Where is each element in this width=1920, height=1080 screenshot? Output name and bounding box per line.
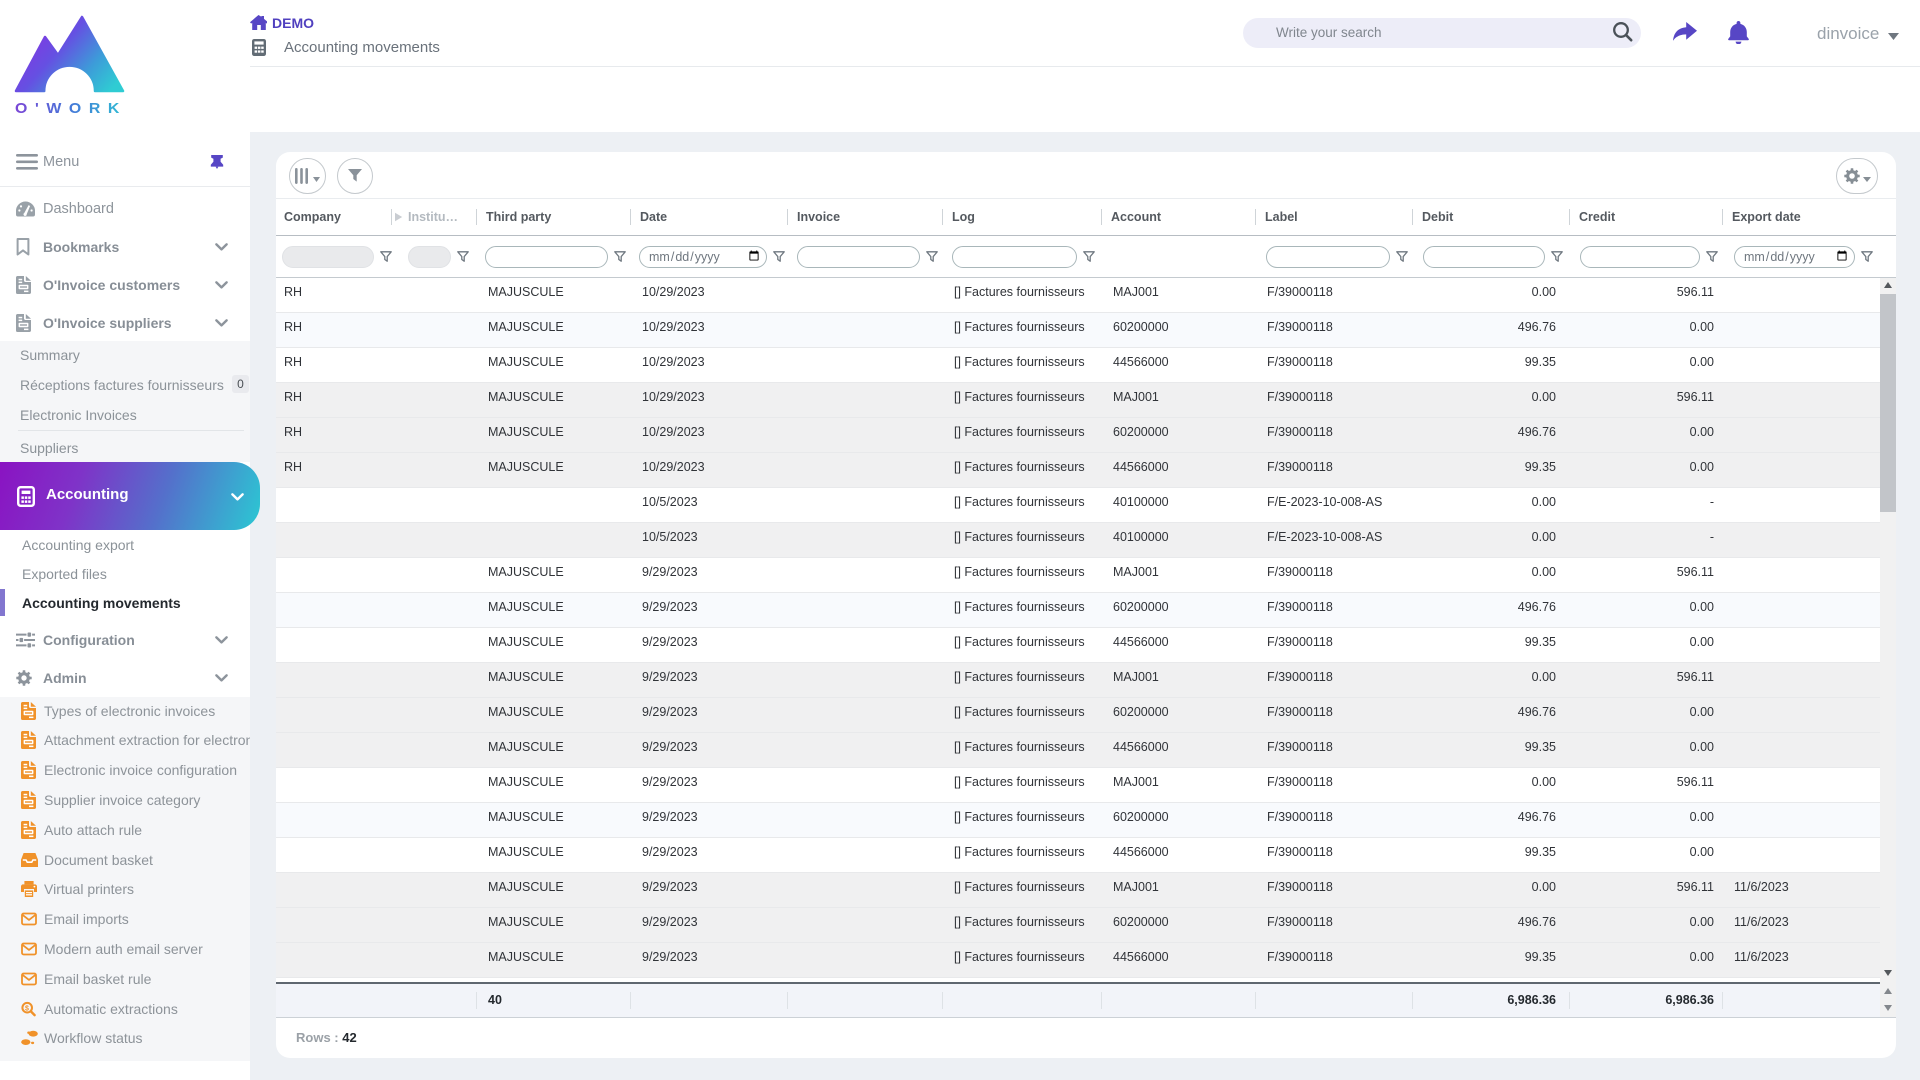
svg-text:$: $ xyxy=(25,1005,29,1012)
svg-text:O'WORK: O'WORK xyxy=(15,100,127,115)
